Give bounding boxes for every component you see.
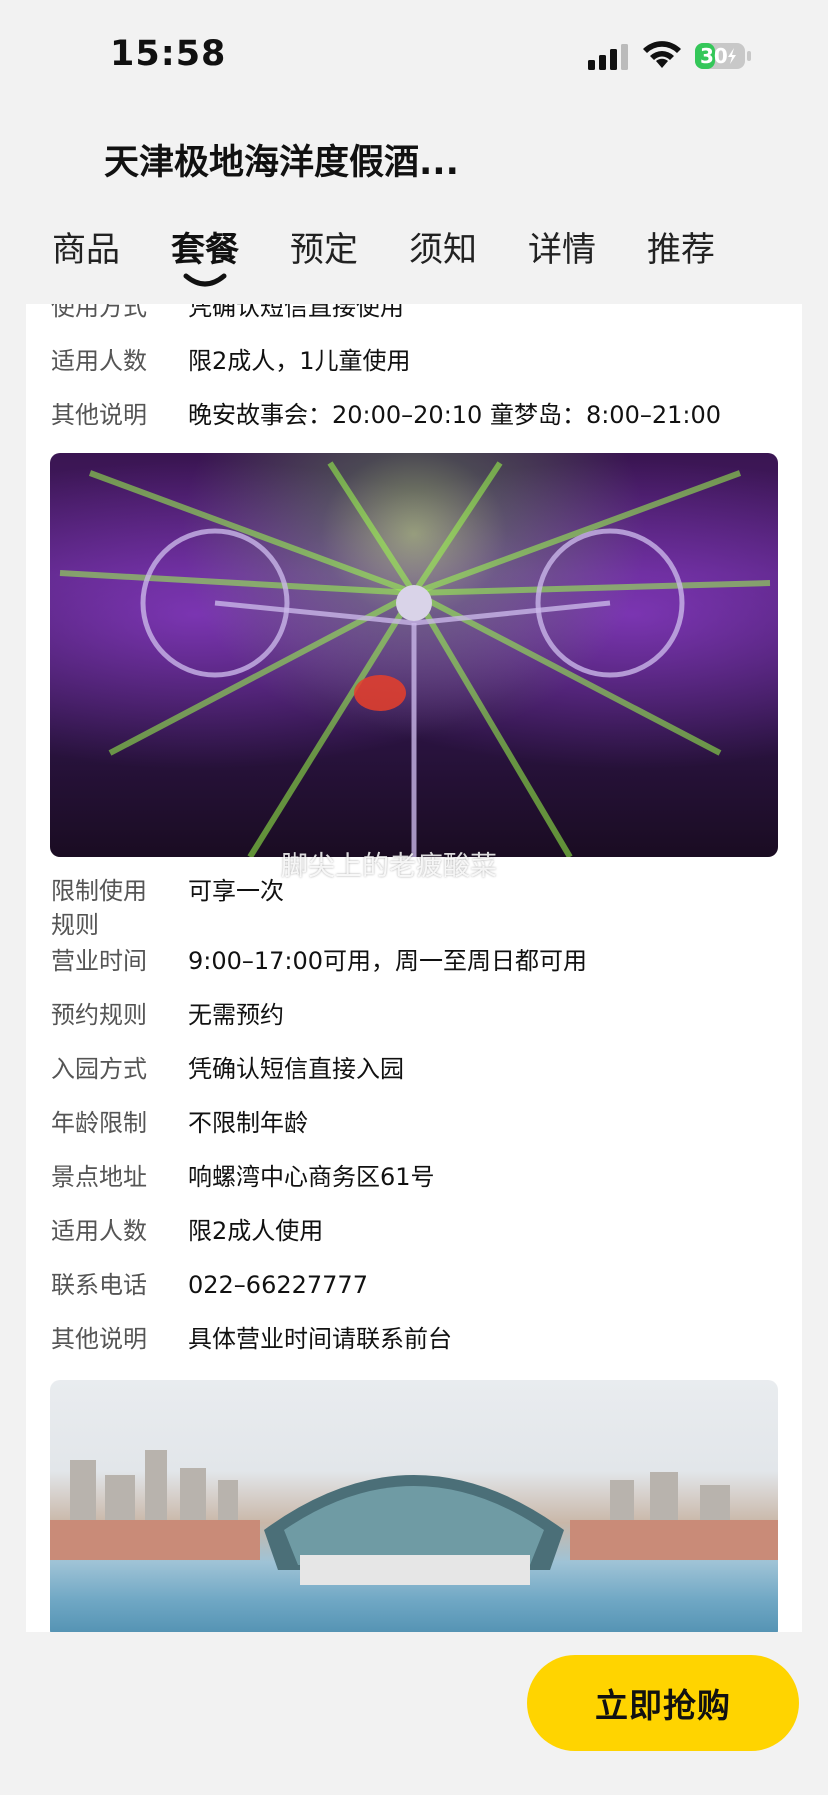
tab-notice[interactable]: 须知 — [409, 222, 477, 271]
detail-value: 具体营业时间请联系前台 — [188, 1325, 452, 1353]
detail-key: 限制使用规则 — [51, 877, 147, 939]
detail-key: 景点地址 — [51, 1163, 147, 1191]
detail-key: 入园方式 — [51, 1055, 147, 1083]
buy-now-button[interactable]: 立即抢购 — [527, 1655, 799, 1751]
tab-details[interactable]: 详情 — [528, 222, 596, 271]
detail-key: 联系电话 — [51, 1271, 147, 1299]
detail-value[interactable]: 022–66227777 — [188, 1268, 368, 1302]
detail-value: 限2成人使用 — [188, 1217, 324, 1245]
aquarium-building-photo[interactable] — [50, 1380, 778, 1632]
detail-value: 凭确认短信直接入园 — [188, 1055, 404, 1083]
cellular-signal-icon — [588, 44, 628, 70]
tab-active-indicator — [183, 273, 227, 287]
detail-key: 适用人数 — [51, 347, 147, 375]
stage-show-photo[interactable] — [50, 453, 778, 857]
detail-key: 营业时间 — [51, 947, 147, 975]
detail-value: 9:00–17:00可用，周一至周日都可用 — [188, 947, 588, 975]
battery-level: 30 — [700, 44, 728, 68]
detail-value: 凭确认短信直接使用 — [188, 304, 404, 321]
package-details-card: 使用方式 凭确认短信直接使用 适用人数 限2成人，1儿童使用 其他说明 晚安故事… — [26, 304, 802, 1632]
tab-product[interactable]: 商品 — [52, 222, 120, 271]
detail-value: 晚安故事会：20:00–20:10 童梦岛：8:00–21:00 — [188, 401, 722, 429]
battery-icon: 30 — [694, 40, 752, 72]
page-title: 天津极地海洋度假酒... — [104, 143, 459, 183]
detail-value: 不限制年龄 — [188, 1109, 308, 1137]
tab-booking[interactable]: 预定 — [290, 222, 358, 271]
detail-key: 适用人数 — [51, 1217, 147, 1245]
detail-key: 其他说明 — [51, 1325, 147, 1353]
detail-key: 使用方式 — [51, 304, 147, 321]
tab-bar: 商品 套餐 预定 须知 详情 推荐 — [0, 222, 828, 294]
detail-key: 年龄限制 — [51, 1109, 147, 1137]
detail-value: 响螺湾中心商务区61号 — [188, 1163, 435, 1191]
detail-key: 预约规则 — [51, 1001, 147, 1029]
stage-light-beams — [59, 461, 771, 857]
status-bar: 15:58 30 — [0, 0, 828, 112]
detail-key: 其他说明 — [51, 401, 147, 429]
tab-package[interactable]: 套餐 — [171, 222, 239, 271]
wifi-icon — [643, 41, 681, 68]
building-illustration — [50, 1450, 778, 1585]
detail-value: 限2成人，1儿童使用 — [188, 347, 411, 375]
detail-value: 可享一次 — [188, 877, 284, 905]
status-time: 15:58 — [110, 34, 227, 74]
tab-recommend[interactable]: 推荐 — [647, 222, 715, 271]
image-watermark: 脚尖上的老疲酸菜 — [281, 851, 497, 882]
detail-value: 无需预约 — [188, 1001, 284, 1029]
